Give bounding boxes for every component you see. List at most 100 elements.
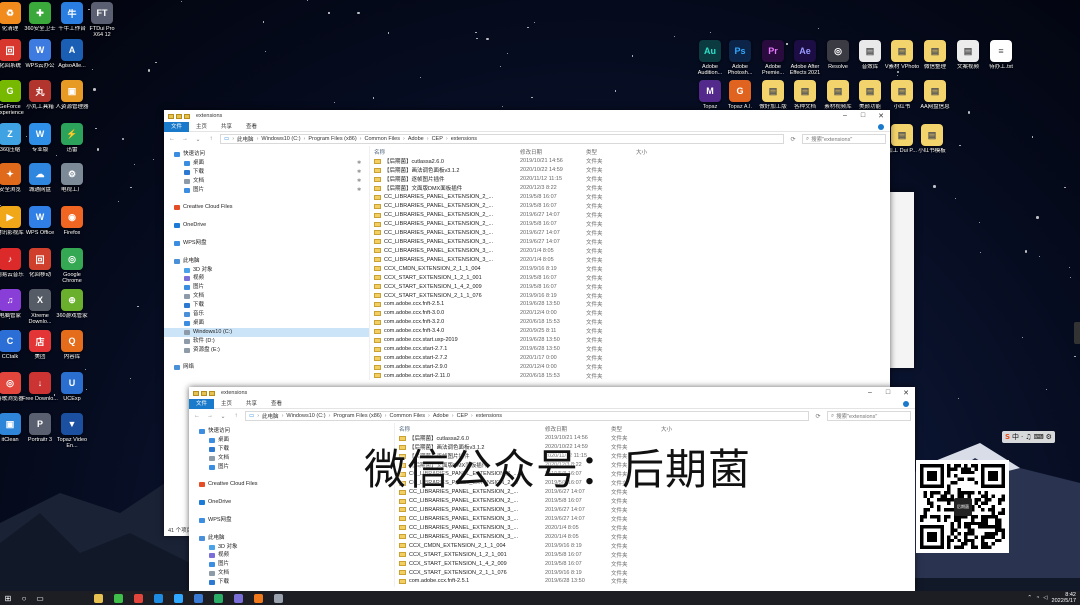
close-button[interactable]: ✕: [897, 389, 915, 397]
nav-item[interactable]: 图片 ✱: [164, 186, 369, 195]
taskbar-app-explorer[interactable]: [88, 591, 108, 605]
ribbon-tab[interactable]: 文件: [189, 398, 215, 409]
side-panel-handle[interactable]: [1074, 322, 1080, 344]
refresh-icon[interactable]: ⟳: [814, 413, 822, 420]
table-row[interactable]: com.adobe.ccx.start.uxp-2019 2019/6/28 13…: [370, 336, 890, 345]
ime-toolbar-item[interactable]: ·: [1021, 433, 1023, 441]
table-row[interactable]: 【后期菌】文面版DMX面板插件 2020/12/3 8:22 文件夹: [370, 184, 890, 193]
nav-item[interactable]: Windows10 (C:): [164, 327, 369, 337]
column-header[interactable]: 大小: [661, 425, 701, 433]
tray-arrow-icon[interactable]: ⌃: [1027, 595, 1032, 601]
ime-toolbar-item[interactable]: ⚙: [1046, 433, 1052, 441]
ribbon-tab[interactable]: 文件: [164, 121, 190, 132]
breadcrumb-item[interactable]: CEP: [457, 413, 468, 419]
nav-item[interactable]: 视频: [189, 551, 394, 560]
breadcrumb-item[interactable]: Program Files (x86): [333, 413, 381, 419]
nav-item[interactable]: 下载: [189, 578, 394, 587]
breadcrumb-item[interactable]: Windows10 (C:): [286, 413, 325, 419]
up-arrow-icon[interactable]: ↑: [232, 413, 240, 419]
taskbar-app-green[interactable]: [108, 591, 128, 605]
nav-item[interactable]: OneDrive: [164, 221, 369, 230]
desktop-icon[interactable]: P Portraitr 3: [22, 413, 58, 449]
address-bar[interactable]: ▭ › 此电脑 › Windows10 (C:) › Program Files (x86)…: [220, 134, 784, 144]
table-row[interactable]: com.adobe.ccx.fnft-3.4.0 2020/9/25 8:11 文件…: [370, 327, 890, 336]
network-icon[interactable]: ◔: [1036, 595, 1039, 601]
refresh-icon[interactable]: ⟳: [789, 136, 797, 143]
breadcrumb-item[interactable]: Adobe: [433, 413, 449, 419]
desktop-icon[interactable]: FT FTDui Pro X64 12: [84, 2, 120, 38]
nav-item[interactable]: 软件 (D:): [164, 337, 369, 346]
table-row[interactable]: CCX_CMDN_EXTENSION_2_1_1_004 2019/9/16 8:…: [395, 541, 915, 550]
breadcrumb-item[interactable]: Adobe: [408, 136, 424, 142]
chevron-down-icon[interactable]: ⌄: [219, 413, 227, 420]
clock[interactable]: 8:42 2022/5/17: [1052, 592, 1076, 604]
table-row[interactable]: com.adobe.ccx.fnft-3.2.0 2020/6/18 15:53 文…: [370, 318, 890, 327]
desktop-icon[interactable]: A AgisoAlle...: [54, 39, 90, 75]
table-row[interactable]: com.adobe.ccx.start-2.9.0 2020/12/4 0:00 文…: [370, 363, 890, 372]
forward-arrow-icon[interactable]: →: [206, 413, 214, 419]
column-header[interactable]: 修改日期: [545, 425, 611, 433]
table-row[interactable]: 【后期菌】画法调色面板v3.1.2 2020/10/22 14:59 文件夹: [370, 166, 890, 175]
search-input[interactable]: ⌕ 搜索"extensions": [802, 134, 886, 144]
breadcrumb-item[interactable]: Windows10 (C:): [261, 136, 300, 142]
address-bar[interactable]: ▭ › 此电脑 › Windows10 (C:) › Program Files (x86)…: [245, 411, 809, 421]
desktop-icon[interactable]: Ps Adobe Photosh...: [722, 40, 758, 76]
breadcrumb-item[interactable]: extensions: [476, 413, 502, 419]
table-row[interactable]: CC_LIBRARIES_PANEL_EXTENSION_3_... 2019/6…: [395, 506, 915, 515]
nav-item[interactable]: 快速访问: [164, 150, 369, 159]
desktop-icon[interactable]: ▤ V素材 VPhoto: [884, 40, 920, 76]
table-row[interactable]: com.adobe.ccx.fnft-3.0.0 2020/12/4 0:00 文件…: [370, 309, 890, 318]
desktop-icon[interactable]: ⚡ 迅雷: [54, 123, 90, 159]
table-row[interactable]: CCX_START_EXTENSION_1_4_2_009 2019/5/8 16…: [395, 559, 915, 568]
title-bar[interactable]: extensions – □ ✕: [164, 110, 890, 122]
minimize-button[interactable]: –: [861, 389, 879, 397]
table-row[interactable]: CC_LIBRARIES_PANEL_EXTENSION_3_... 2020/1…: [395, 523, 915, 532]
taskbar-app-chrome[interactable]: [128, 591, 148, 605]
table-row[interactable]: CC_LIBRARIES_PANEL_EXTENSION_2_... 2019/5…: [395, 497, 915, 506]
table-row[interactable]: CC_LIBRARIES_PANEL_EXTENSION_3_... 2019/6…: [370, 229, 890, 238]
table-row[interactable]: CCX_START_EXTENSION_1_2_1_001 2019/5/8 16…: [395, 550, 915, 559]
close-button[interactable]: ✕: [872, 112, 890, 120]
nav-item[interactable]: 网络: [164, 363, 369, 372]
ribbon-tab[interactable]: 查看: [239, 122, 264, 132]
table-row[interactable]: com.adobe.ccx.fnft-2.5.1 2019/6/28 13:50 文…: [395, 577, 915, 586]
back-arrow-icon[interactable]: ←: [168, 136, 176, 142]
desktop-icon[interactable]: ↓ Free Downlo...: [22, 372, 58, 408]
table-row[interactable]: com.adobe.ccx.fnft-2.5.1 2019/6/28 13:50 文…: [370, 300, 890, 309]
breadcrumb-item[interactable]: 此电脑: [237, 135, 254, 143]
chevron-down-icon[interactable]: ⌄: [194, 136, 202, 143]
table-row[interactable]: CC_LIBRARIES_PANEL_EXTENSION_2_... 2019/5…: [370, 193, 890, 202]
title-bar[interactable]: extensions – □ ✕: [189, 387, 915, 399]
ribbon-tab[interactable]: 查看: [264, 399, 289, 409]
breadcrumb-item[interactable]: Common Files: [365, 136, 400, 142]
desktop-icon[interactable]: ✚ 360安全卫士: [22, 2, 58, 38]
breadcrumb-item[interactable]: CEP: [432, 136, 443, 142]
desktop-icon[interactable]: W WPS Office: [22, 206, 58, 242]
nav-item[interactable]: 文档: [164, 292, 369, 301]
breadcrumb-item[interactable]: Program Files (x86): [308, 136, 356, 142]
desktop-icon[interactable]: ◉ Firefox: [54, 206, 90, 242]
maximize-button[interactable]: □: [879, 389, 897, 397]
search-icon[interactable]: ○: [16, 591, 32, 605]
nav-item[interactable]: 下载 ✱: [164, 168, 369, 177]
ime-toolbar-item[interactable]: ♫: [1025, 433, 1031, 441]
nav-item[interactable]: 图片: [164, 283, 369, 292]
table-row[interactable]: CC_LIBRARIES_PANEL_EXTENSION_3_... 2020/1…: [395, 532, 915, 541]
breadcrumb-item[interactable]: Common Files: [390, 413, 425, 419]
table-row[interactable]: CC_LIBRARIES_PANEL_EXTENSION_2_... 2019/5…: [370, 220, 890, 229]
help-icon[interactable]: [903, 400, 909, 407]
taskbar-app-store[interactable]: [188, 591, 208, 605]
desktop-icon[interactable]: ⚙ 电视工厂: [54, 163, 90, 199]
table-row[interactable]: CCX_START_EXTENSION_1_2_1_001 2019/5/8 16…: [370, 273, 890, 282]
table-row[interactable]: CCX_CMDN_EXTENSION_2_1_1_004 2019/9/16 8:…: [370, 264, 890, 273]
taskbar-app-tt[interactable]: [248, 591, 268, 605]
nav-item[interactable]: 3D 对象: [189, 543, 394, 552]
maximize-button[interactable]: □: [854, 112, 872, 120]
desktop-icon[interactable]: W WPS云办公: [22, 39, 58, 75]
desktop-icon[interactable]: ▤ 文案视频: [950, 40, 986, 76]
desktop-icon[interactable]: Ae Adobe After Effects 2021: [787, 40, 823, 76]
nav-item[interactable]: 音乐: [164, 310, 369, 319]
desktop-icon[interactable]: ⊕ 360游戏管家: [54, 289, 90, 325]
desktop-icon[interactable]: Pr Adobe Premie...: [755, 40, 791, 76]
table-row[interactable]: CCX_START_EXTENSION_1_4_2_009 2019/5/8 16…: [370, 282, 890, 291]
